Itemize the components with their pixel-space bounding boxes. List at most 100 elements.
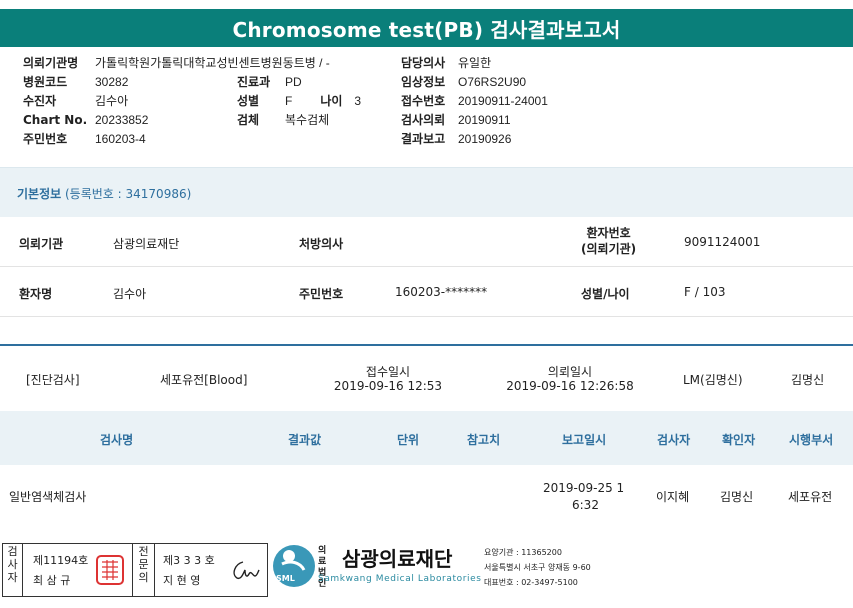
header-label: Chart No. — [23, 113, 88, 127]
signature-box: 검 사 자 제11194호 최 삼 규 전 문 의 제3 3 3 호 지 현 영 — [2, 543, 268, 597]
header-value: PD — [285, 75, 302, 89]
institution-code: 요양기관 : 11365200 — [484, 548, 562, 557]
tester-cell: 제11194호 최 삼 규 — [23, 544, 133, 596]
tester-label-char: 사 — [7, 558, 18, 571]
th-tester: 검사자 — [657, 433, 691, 447]
th-confirmer: 확인자 — [722, 433, 756, 447]
tester-name: 최 삼 규 — [33, 574, 71, 587]
header-value: F — [285, 94, 293, 108]
specialist-label-char: 문 — [138, 558, 149, 571]
report-title: Chromosome test(PB) 검사결과보고서 — [0, 9, 853, 47]
age-value: 3 — [354, 94, 362, 108]
th-reference: 참고치 — [467, 433, 501, 447]
patient-no-value: 9091124001 — [684, 235, 761, 249]
requested-value: 2019-09-16 12:26:58 — [506, 379, 634, 393]
result-confirmer: 김명신 — [720, 490, 754, 504]
dept-ward-value: 동트병 / - — [282, 56, 330, 70]
header-label: 접수번호 — [401, 94, 446, 108]
handwritten-signature-icon — [233, 561, 260, 580]
institution-address: 서울특별시 서초구 양재동 9-60 — [484, 563, 591, 572]
th-result: 결과값 — [288, 433, 322, 447]
th-test-name: 검사명 — [100, 433, 134, 447]
tester-label-char: 검 — [7, 545, 18, 558]
institution-info: 요양기관 : 11365200 서울특별시 서초구 양재동 9-60 대표번호 … — [484, 545, 591, 590]
institution-phone: 대표번호 : 02-3497-5100 — [484, 578, 578, 587]
header-label: 의뢰기관명 — [23, 56, 79, 70]
header-value: 복수검체 — [285, 113, 330, 127]
rrn-label: 주민번호 — [299, 287, 344, 301]
patient-name-value: 김수아 — [113, 287, 147, 301]
header-label: 담당의사 — [401, 56, 446, 70]
result-report-line2: 6:32 — [572, 498, 599, 512]
order-category: [진단검사] — [26, 373, 80, 387]
th-department: 시행부서 — [789, 433, 834, 447]
order-row[interactable]: [진단검사] 세포유전[Blood] 접수일시 2019-09-16 12:53… — [0, 346, 853, 410]
header-right: 담당의사 유일한 임상정보 O76RS2U90 접수번호 20190911-24001… — [401, 54, 548, 149]
basic-info-label: 기본정보 — [17, 187, 62, 201]
received-value: 2019-09-16 12:53 — [333, 379, 443, 393]
requested-label: 의뢰일시 — [547, 365, 593, 379]
seal-stamp-icon — [96, 555, 124, 585]
institution-label: 의뢰기관 — [19, 237, 64, 251]
header-label: 결과보고 — [401, 132, 446, 146]
sex-age-value: F / 103 — [684, 285, 726, 299]
logo-name: 삼광의료재단 — [342, 547, 453, 571]
patient-no-label-line2: (의뢰기관) — [581, 242, 637, 256]
order-test: 세포유전[Blood] — [160, 373, 248, 387]
basic-info-bar: 기본정보 (등록번호 : 34170986) — [0, 167, 853, 217]
patient-no-label: 환자번호 (의뢰기관) — [581, 225, 636, 257]
header-value: 20233852 — [95, 113, 149, 127]
specialist-vertical-label: 전 문 의 — [133, 544, 155, 596]
registration-number: (등록번호 : 34170986) — [65, 187, 192, 201]
header-value: 20190911-24001 — [458, 94, 548, 108]
rrn-value: 160203-******* — [395, 285, 488, 299]
header-middle: 진료과 PD 성별 F 나이 3 검체 복수검체 — [237, 73, 361, 130]
header-value: O76RS2U90 — [458, 75, 527, 89]
header-label: 검체 — [237, 113, 260, 127]
th-report-date: 보고일시 — [562, 433, 607, 447]
result-tester: 이지혜 — [656, 490, 690, 504]
header-value: 160203-4 — [95, 132, 146, 146]
received-label: 접수일시 — [365, 365, 411, 379]
info-row-patient: 환자명 김수아 주민번호 160203-******* 성별/나이 F / 10… — [0, 267, 853, 317]
institution-value: 삼광의료재단 — [113, 237, 180, 251]
header-label: 병원코드 — [23, 75, 68, 89]
logo-eng-name: Samkwang Medical Laboratories — [318, 574, 482, 584]
age-label: 나이 — [320, 94, 343, 108]
specialist-label-char: 의 — [138, 571, 149, 584]
header-value: 30282 — [95, 75, 129, 89]
tester-label-char: 자 — [7, 571, 18, 584]
sex-age-label: 성별/나이 — [581, 287, 630, 301]
result-table-header: 검사명 결과값 단위 참고치 보고일시 검사자 확인자 시행부서 — [0, 411, 853, 465]
header-label: 검사의뢰 — [401, 113, 446, 127]
specialist-label-char: 전 — [138, 545, 149, 558]
header-value: 20190926 — [458, 132, 512, 146]
specialist-license-no: 제3 3 3 호 — [163, 554, 215, 567]
header-label: 성별 — [237, 94, 260, 108]
specialist-name: 지 현 영 — [163, 574, 201, 587]
header-label: 주민번호 — [23, 132, 68, 146]
doctor-label: 처방의사 — [299, 237, 344, 251]
header-label: 수진자 — [23, 94, 57, 108]
header-value: 가톨릭학원가톨릭대학교성빈센트병원 — [95, 56, 283, 70]
header-label: 진료과 — [237, 75, 271, 89]
order-doctor: 김명신 — [791, 373, 825, 387]
th-unit: 단위 — [397, 433, 420, 447]
basic-info-title: 기본정보 (등록번호 : 34170986) — [17, 185, 191, 202]
header-value: 유일한 — [458, 56, 492, 70]
tester-vertical-label: 검 사 자 — [3, 544, 23, 596]
header-value: 김수아 — [95, 94, 129, 108]
result-department: 세포유전 — [788, 490, 833, 504]
header-value: 20190911 — [458, 113, 511, 127]
result-report-line1: 2019-09-25 1 — [543, 481, 625, 495]
order-lm: LM(김명신) — [683, 373, 743, 387]
table-row[interactable]: 일반염색체검사 2019-09-25 1 6:32 이지혜 김명신 세포유전 — [0, 466, 853, 526]
logo-type-line1: 의료 — [318, 546, 327, 567]
specialist-cell: 제3 3 3 호 지 현 영 — [155, 544, 267, 596]
result-test-name: 일반염색체검사 — [9, 490, 87, 504]
logo-abbr: SML — [276, 574, 295, 583]
patient-no-label-line1: 환자번호 — [586, 226, 631, 240]
header-label: 임상정보 — [401, 75, 446, 89]
tester-license-no: 제11194호 — [33, 554, 89, 567]
info-row-institution: 의뢰기관 삼광의료재단 처방의사 환자번호 (의뢰기관) 9091124001 — [0, 217, 853, 267]
